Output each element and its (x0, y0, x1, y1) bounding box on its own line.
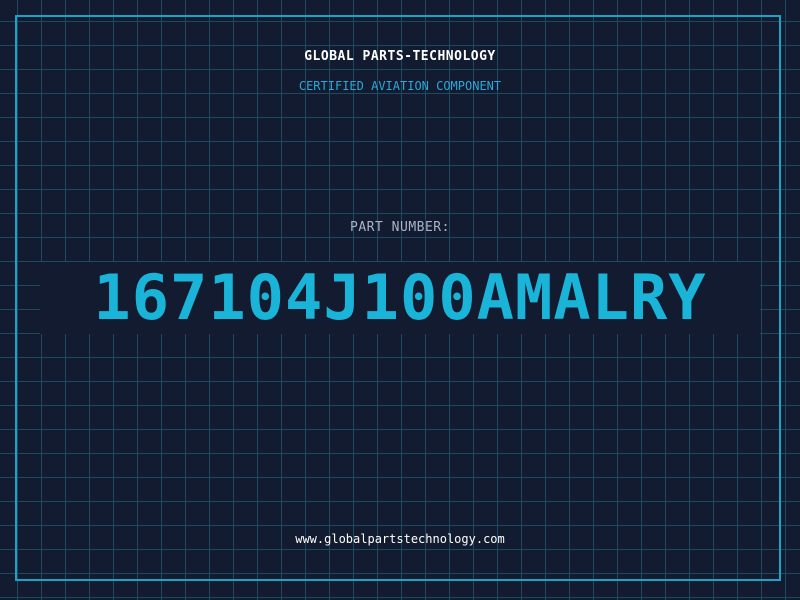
certification-subtitle: CERTIFIED AVIATION COMPONENT (298, 79, 502, 93)
part-number-label: PART NUMBER: (350, 220, 450, 235)
website-url: www.globalpartstechnology.com (295, 532, 505, 546)
company-name: GLOBAL PARTS-TECHNOLOGY (304, 49, 496, 64)
part-number-value: 167104J100AMALRY (40, 262, 760, 334)
header: GLOBAL PARTS-TECHNOLOGY CERTIFIED AVIATI… (0, 48, 800, 94)
